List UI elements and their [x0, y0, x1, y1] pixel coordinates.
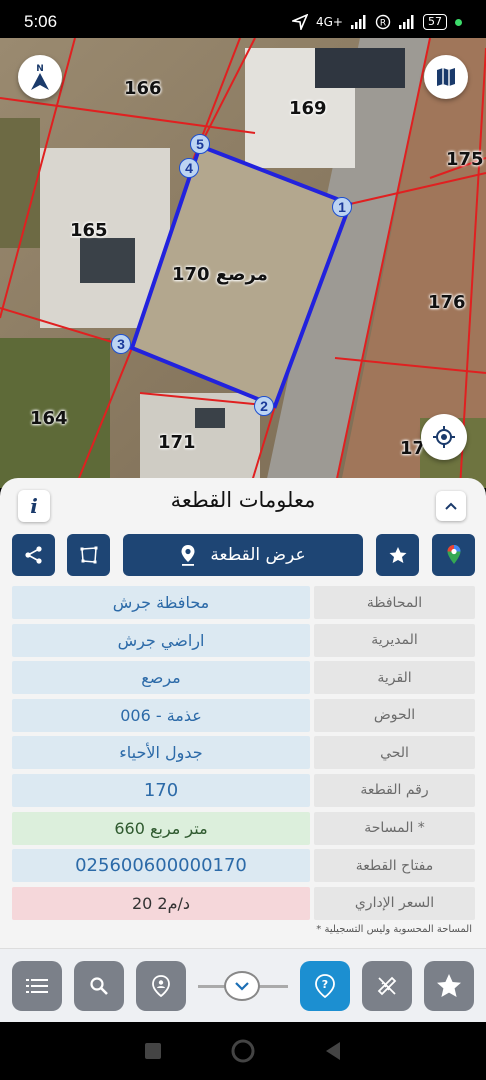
directorate-value: اراضي جرش [12, 623, 310, 657]
action-row: عرض القطعة [0, 534, 486, 578]
area-footnote: * المساحة المحسوبة وليس التسجيلية [316, 924, 472, 935]
chevron-down-icon [235, 982, 249, 991]
selected-parcel-label[interactable]: مرصع 170 [172, 264, 268, 285]
polygon-tool-button[interactable] [67, 534, 110, 576]
expand-slider-handle[interactable] [224, 971, 260, 1001]
vertex-5[interactable]: 5 [190, 134, 210, 154]
table-row: مرصع القرية [12, 661, 475, 695]
chevron-up-icon [445, 502, 457, 510]
parcel-label-165[interactable]: 165 [70, 220, 108, 241]
vertex-4[interactable]: 4 [179, 158, 199, 178]
person-pin-icon [152, 975, 170, 997]
google-maps-button[interactable] [432, 534, 475, 576]
north-compass-button[interactable]: N [18, 55, 62, 99]
favorites-button[interactable] [424, 961, 474, 1011]
table-row: 660 متر مربع المساحة * [12, 811, 475, 845]
panel-title: معلومات القطعة [170, 488, 316, 512]
network-type: 4G+ [316, 15, 343, 29]
list-icon [26, 979, 48, 993]
svg-text:?: ? [322, 978, 328, 991]
village-key: القرية [314, 661, 475, 695]
parcel-number-key: رقم القطعة [314, 773, 475, 807]
parcel-label-175[interactable]: 175 [446, 149, 484, 170]
admin-price-key: السعر الإداري [314, 886, 475, 920]
admin-price-value: 20 د/م2 [12, 886, 310, 920]
home-icon[interactable] [231, 1039, 255, 1063]
satellite-background [0, 38, 486, 488]
table-row: اراضي جرش المديرية [12, 623, 475, 657]
parcel-label-164[interactable]: 164 [30, 408, 68, 429]
compass-north-icon: N [31, 64, 49, 90]
parcel-label-169[interactable]: 169 [289, 98, 327, 119]
village-value: مرصع [12, 661, 310, 695]
governorate-value: محافظة جرش [12, 586, 310, 619]
table-row: محافظة جرش المحافظة [12, 586, 475, 619]
ruler-pencil-icon [377, 976, 397, 996]
battery-indicator: 57 [423, 14, 447, 30]
bottom-toolbar: ? [0, 948, 486, 1022]
area-key: المساحة * [314, 811, 475, 845]
status-icons: 4G+ R 57 [292, 14, 462, 30]
show-parcel-button[interactable]: عرض القطعة [123, 534, 363, 576]
measure-tool-button[interactable] [362, 961, 412, 1011]
back-icon[interactable] [324, 1041, 342, 1061]
question-pin-icon: ? [315, 974, 335, 998]
location-pin-icon [181, 545, 195, 566]
svg-text:N: N [36, 64, 44, 74]
table-row: 025600600000170 مفتاح القطعة [12, 849, 475, 883]
vertex-3[interactable]: 3 [111, 334, 131, 354]
district-key: الحي [314, 736, 475, 770]
directorate-key: المديرية [314, 623, 475, 657]
google-maps-icon [447, 545, 460, 564]
share-button[interactable] [12, 534, 55, 576]
parcel-info-panel: i معلومات القطعة عرض القطعة محافظة جرش ا… [0, 478, 486, 948]
parcel-key-value: 025600600000170 [12, 849, 310, 883]
parcel-key-key: مفتاح القطعة [314, 849, 475, 883]
table-row: 170 رقم القطعة [12, 773, 475, 807]
crosshair-icon [433, 426, 455, 448]
panel-header: i معلومات القطعة [0, 478, 486, 530]
polygon-icon [80, 546, 97, 564]
signal-icon [351, 15, 366, 29]
search-icon [90, 977, 108, 995]
favorite-button[interactable] [376, 534, 419, 576]
table-row: عذمة - 006 الحوض [12, 698, 475, 732]
basin-value: عذمة - 006 [12, 698, 310, 732]
basin-key: الحوض [314, 698, 475, 732]
my-location-button[interactable] [421, 414, 467, 460]
star-icon [437, 974, 461, 997]
parcel-info-table: محافظة جرش المحافظة اراضي جرش المديرية م… [12, 586, 475, 924]
parcel-label-166[interactable]: 166 [124, 78, 162, 99]
star-icon [389, 547, 406, 563]
help-location-button[interactable]: ? [300, 961, 350, 1011]
search-button[interactable] [74, 961, 124, 1011]
map-icon [437, 68, 455, 86]
share-icon [24, 546, 42, 564]
registered-icon: R [375, 14, 391, 30]
show-parcel-label: عرض القطعة [210, 545, 306, 565]
vertex-2[interactable]: 2 [254, 396, 274, 416]
parcel-number-value: 170 [12, 773, 310, 807]
location-arrow-icon [292, 14, 308, 30]
collapse-button[interactable] [436, 491, 466, 521]
svg-text:R: R [380, 19, 386, 29]
status-time: 5:06 [24, 12, 58, 31]
governorate-key: المحافظة [314, 586, 475, 619]
map-layers-button[interactable] [424, 55, 468, 99]
signal-icon-2 [399, 15, 414, 29]
person-location-button[interactable] [136, 961, 186, 1011]
list-button[interactable] [12, 961, 62, 1011]
area-value: 660 متر مربع [12, 811, 310, 845]
table-row: جدول الأحياء الحي [12, 736, 475, 770]
privacy-dot-icon [455, 18, 462, 26]
table-row: 20 د/م2 السعر الإداري [12, 886, 475, 920]
district-value: جدول الأحياء [12, 736, 310, 770]
recents-icon[interactable] [144, 1042, 162, 1060]
parcel-label-176[interactable]: 176 [428, 292, 466, 313]
system-nav-bar [0, 1022, 486, 1080]
parcel-label-171[interactable]: 171 [158, 432, 196, 453]
vertex-1[interactable]: 1 [332, 197, 352, 217]
map-view[interactable]: 166 169 175 165 176 164 171 17 مرصع 170 … [0, 38, 486, 488]
